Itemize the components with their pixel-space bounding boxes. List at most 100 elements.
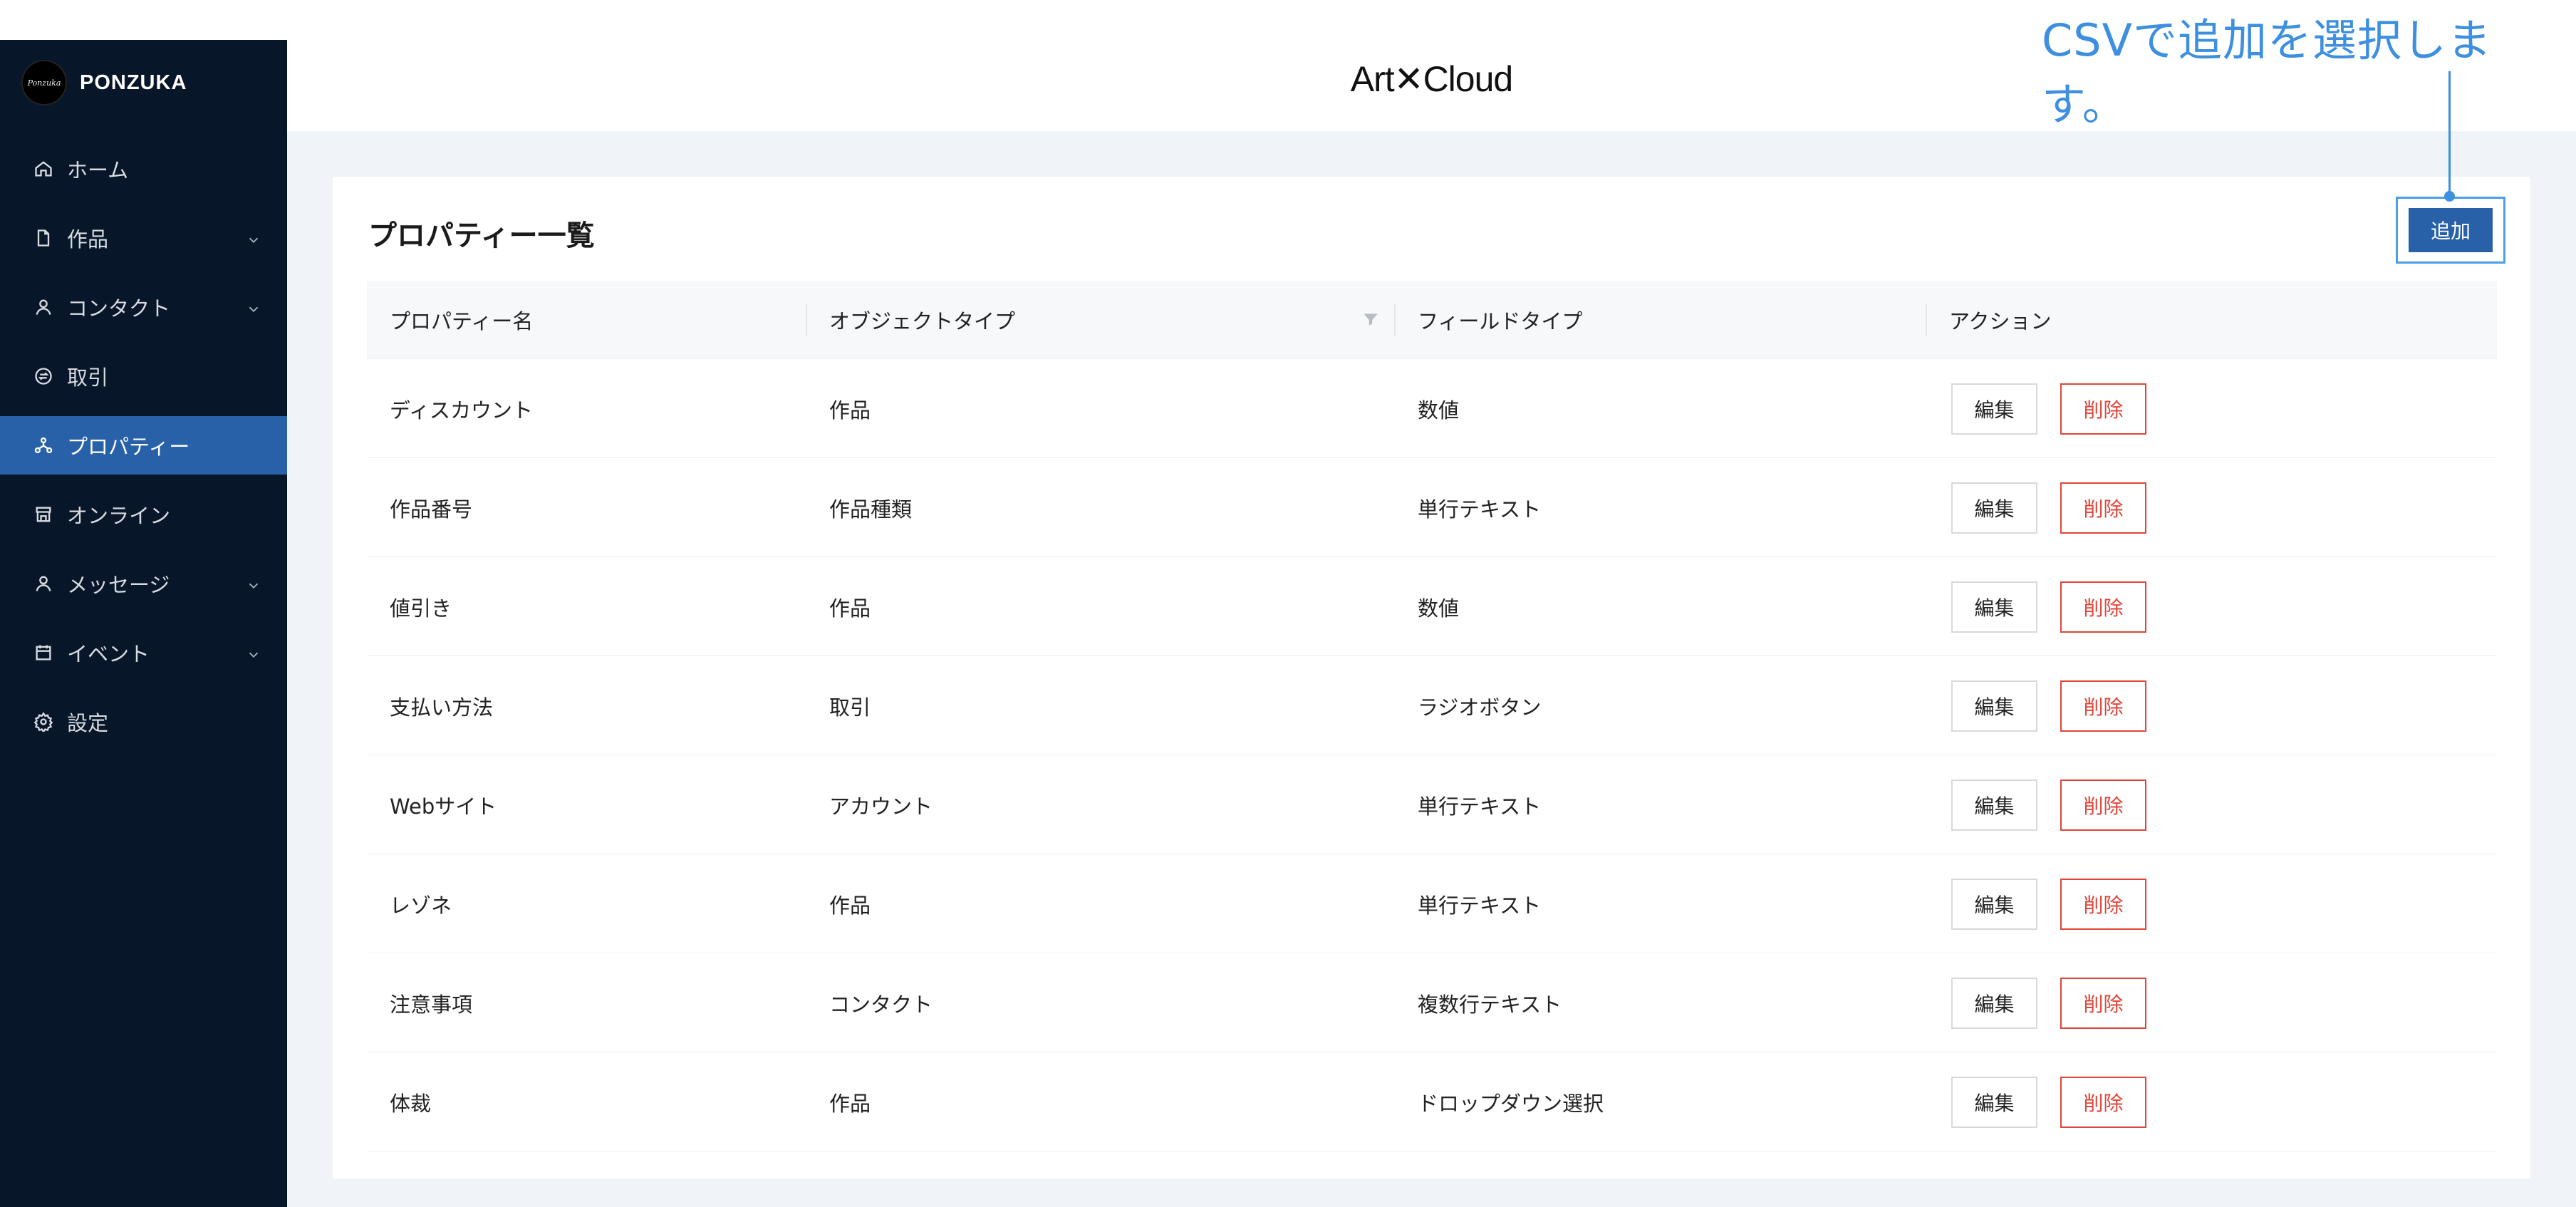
cell-property-name: レゾネ — [390, 893, 452, 918]
sidebar-item-label: プロパティー — [67, 435, 190, 459]
chevron-down-icon[interactable] — [246, 643, 261, 659]
sidebar-item-1[interactable]: 作品 — [0, 209, 287, 267]
sidebar-item-4[interactable]: プロパティー — [0, 416, 287, 475]
chevron-down-icon[interactable] — [246, 229, 261, 244]
delete-button[interactable]: 削除 — [2060, 1077, 2146, 1128]
add-button[interactable]: 追加 — [2409, 208, 2493, 252]
cell-property-name: 作品番号 — [390, 497, 473, 522]
edit-button[interactable]: 編集 — [1951, 978, 2037, 1029]
sidebar-item-label: イベント — [67, 642, 150, 666]
cell-object-type: 作品 — [829, 893, 871, 918]
delete-button[interactable]: 削除 — [2060, 879, 2146, 930]
column-header-action: アクション — [1949, 309, 2052, 333]
edit-button[interactable]: 編集 — [1951, 680, 2037, 732]
callout-annotation: CSVで追加を選択します。 — [2042, 14, 2493, 130]
table-row: 値引き 作品 数値 編集 削除 — [367, 557, 2497, 656]
edit-button[interactable]: 編集 — [1951, 879, 2037, 930]
sidebar-item-3[interactable]: 取引 — [0, 347, 287, 405]
sidebar-item-label: 作品 — [67, 227, 109, 252]
column-header-object-type[interactable]: オブジェクトタイプ — [829, 281, 1015, 359]
sidebar-item-label: 設定 — [67, 711, 109, 735]
brand[interactable]: Ponzuka PONZUKA — [21, 60, 187, 105]
cell-field-type: 単行テキスト — [1418, 497, 1542, 522]
page-title: プロパティー一覧 — [368, 219, 595, 252]
network-icon — [33, 435, 54, 456]
column-divider — [1926, 304, 1927, 336]
cell-object-type: 作品 — [829, 398, 871, 423]
table-row: Webサイト アカウント 単行テキスト 編集 削除 — [367, 755, 2497, 854]
cell-field-type: 複数行テキスト — [1418, 992, 1562, 1017]
delete-button[interactable]: 削除 — [2060, 978, 2146, 1029]
table-row: 作品番号 作品種類 単行テキスト 編集 削除 — [367, 458, 2497, 557]
cell-field-type: ドロップダウン選択 — [1418, 1091, 1604, 1116]
table-body: ディスカウント 作品 数値 編集 削除 作品番号 作品種類 単行テキスト 編集 削除 値引き 作品 数値… — [367, 359, 2497, 1151]
sidebar-nav: ホーム作品コンタクト取引プロパティー オンラインメッセージイベント設定 — [0, 140, 287, 762]
sidebar-item-label: オンライン — [67, 504, 171, 528]
brand-logo: Ponzuka — [21, 60, 67, 105]
column-header-property-name[interactable]: プロパティー名 — [390, 281, 533, 359]
sidebar-item-label: メッセージ — [67, 573, 170, 597]
delete-button[interactable]: 削除 — [2060, 680, 2146, 732]
sidebar-item-label: 取引 — [67, 366, 109, 390]
edit-button[interactable]: 編集 — [1951, 482, 2037, 534]
app: Ponzuka PONZUKA ホーム 作品 コンタクト 取引 プロパティー オンラインメ… — [0, 0, 2576, 1207]
table-row: 支払い方法 取引 ラジオボタン 編集 削除 — [367, 656, 2497, 755]
file-icon — [33, 227, 54, 249]
chevron-down-icon[interactable] — [246, 574, 261, 590]
properties-table: プロパティー名 オブジェクトタイプ フィールドタイプ アクション ディスカウント… — [367, 281, 2497, 1151]
sidebar: Ponzuka PONZUKA ホーム作品コンタクト取引プロパティー オンラインメ… — [0, 40, 287, 1207]
cell-property-name: Webサイト — [390, 794, 497, 819]
cell-object-type: コンタクト — [829, 992, 933, 1017]
callout-leader-line — [2448, 71, 2451, 197]
cell-object-type: 取引 — [829, 695, 871, 720]
edit-button[interactable]: 編集 — [1951, 1077, 2037, 1128]
table-row: レゾネ 作品 単行テキスト 編集 削除 — [367, 854, 2497, 953]
sidebar-item-label: ホーム — [67, 158, 129, 182]
cell-field-type: 単行テキスト — [1418, 794, 1542, 819]
sidebar-item-0[interactable]: ホーム — [0, 140, 287, 198]
cell-field-type: 単行テキスト — [1418, 893, 1542, 918]
user-icon — [33, 296, 54, 318]
filter-icon[interactable] — [1361, 309, 1381, 329]
delete-button[interactable]: 削除 — [2060, 482, 2146, 534]
sidebar-item-6[interactable]: メッセージ — [0, 554, 287, 613]
cell-object-type: 作品種類 — [829, 497, 913, 522]
cell-property-name: 体裁 — [390, 1091, 432, 1116]
cell-property-name: 注意事項 — [390, 992, 473, 1017]
shop-icon — [33, 504, 54, 525]
table-row: 注意事項 コンタクト 複数行テキスト 編集 削除 — [367, 953, 2497, 1052]
chevron-down-icon[interactable] — [246, 298, 261, 314]
calendar-icon — [33, 642, 54, 663]
sidebar-item-2[interactable]: コンタクト — [0, 278, 287, 336]
edit-button[interactable]: 編集 — [1951, 779, 2037, 831]
column-divider — [806, 304, 807, 336]
cell-property-name: ディスカウント — [390, 398, 533, 423]
table-header: プロパティー名 オブジェクトタイプ フィールドタイプ アクション — [367, 281, 2497, 359]
delete-button[interactable]: 削除 — [2060, 779, 2146, 831]
exchange-icon — [33, 366, 54, 387]
sidebar-item-7[interactable]: イベント — [0, 623, 287, 682]
gear-icon — [33, 711, 54, 732]
home-icon — [33, 158, 54, 180]
sidebar-item-label: コンタクト — [67, 296, 171, 321]
column-divider — [1394, 304, 1396, 336]
column-header-field-type[interactable]: フィールドタイプ — [1418, 281, 1582, 359]
cell-object-type: 作品 — [829, 1091, 871, 1116]
edit-button[interactable]: 編集 — [1951, 581, 2037, 633]
cell-object-type: アカウント — [829, 794, 933, 819]
cell-property-name: 値引き — [390, 596, 452, 621]
delete-button[interactable]: 削除 — [2060, 581, 2146, 633]
user-icon — [33, 573, 54, 594]
sidebar-item-8[interactable]: 設定 — [0, 693, 287, 751]
cell-field-type: 数値 — [1418, 398, 1460, 423]
edit-button[interactable]: 編集 — [1951, 383, 2037, 435]
cell-object-type: 作品 — [829, 596, 871, 621]
table-row: 体裁 作品 ドロップダウン選択 編集 削除 — [367, 1052, 2497, 1151]
sidebar-item-5[interactable]: オンライン — [0, 485, 287, 544]
table-row: ディスカウント 作品 数値 編集 削除 — [367, 359, 2497, 458]
delete-button[interactable]: 削除 — [2060, 383, 2146, 435]
brand-name: PONZUKA — [80, 71, 187, 94]
cell-field-type: 数値 — [1418, 596, 1460, 621]
cell-property-name: 支払い方法 — [390, 695, 494, 720]
cell-field-type: ラジオボタン — [1418, 695, 1542, 720]
